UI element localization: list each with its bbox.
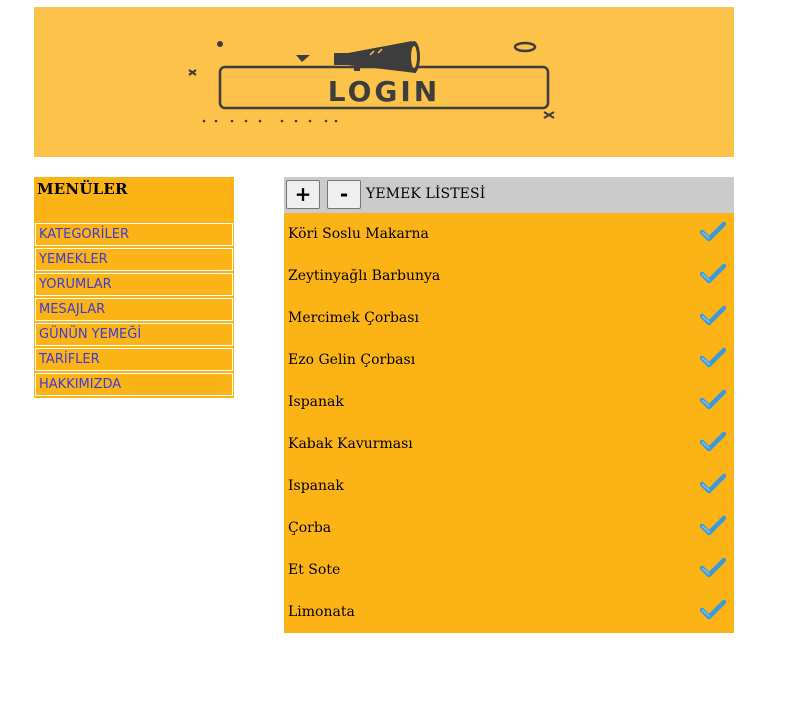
- checkmark-icon[interactable]: [700, 305, 726, 327]
- list-item[interactable]: Ispanak: [284, 381, 734, 423]
- remove-button[interactable]: -: [327, 180, 361, 209]
- food-name: Köri Soslu Makarna: [288, 226, 429, 242]
- dotted-line-decoration: [202, 119, 338, 123]
- sidebar-item-yemekler[interactable]: YEMEKLER: [35, 248, 233, 271]
- list-item[interactable]: Limonata: [284, 591, 734, 633]
- sidebar-item-yorumlar[interactable]: YORUMLAR: [35, 273, 233, 296]
- ring-decoration: [513, 41, 537, 53]
- logo-text: LOGIN: [328, 75, 440, 108]
- checkmark-icon[interactable]: [700, 557, 726, 579]
- list-item[interactable]: Zeytinyağlı Barbunya: [284, 255, 734, 297]
- food-name: Çorba: [288, 520, 332, 536]
- food-name: Kabak Kavurması: [288, 436, 413, 452]
- checkmark-icon[interactable]: [700, 515, 726, 537]
- sidebar-item-gunun-yemegi[interactable]: GÜNÜN YEMEĞİ: [35, 323, 233, 346]
- checkmark-icon[interactable]: [700, 431, 726, 453]
- list-item[interactable]: Köri Soslu Makarna: [284, 213, 734, 255]
- list-title: YEMEK LİSTESİ: [366, 186, 486, 202]
- sidebar: MENÜLER KATEGORİLER YEMEKLER YORUMLAR ME…: [34, 177, 234, 398]
- list-item[interactable]: Çorba: [284, 507, 734, 549]
- food-name: Zeytinyağlı Barbunya: [288, 268, 441, 284]
- list-item[interactable]: Mercimek Çorbası: [284, 297, 734, 339]
- dot-decoration: [217, 41, 223, 47]
- list-item[interactable]: Et Sote: [284, 549, 734, 591]
- checkmark-icon[interactable]: [700, 221, 726, 243]
- list-item[interactable]: Ispanak: [284, 465, 734, 507]
- food-list: Köri Soslu Makarna Zeytinyağlı Barbunya …: [284, 213, 734, 633]
- food-list-panel: + - YEMEK LİSTESİ Köri Soslu Makarna Zey…: [284, 177, 734, 633]
- food-name: Ispanak: [288, 394, 344, 410]
- checkmark-icon[interactable]: [700, 389, 726, 411]
- food-name: Ezo Gelin Çorbası: [288, 352, 416, 368]
- cross-decoration: [188, 69, 197, 76]
- sidebar-item-kategoriler[interactable]: KATEGORİLER: [35, 223, 233, 246]
- login-logo: LOGIN: [188, 41, 555, 123]
- sidebar-item-hakkimizda[interactable]: HAKKIMIZDA: [35, 373, 233, 396]
- food-name: Ispanak: [288, 478, 344, 494]
- sidebar-item-tarifler[interactable]: TARİFLER: [35, 348, 233, 371]
- food-name: Et Sote: [288, 562, 341, 578]
- sidebar-menu: KATEGORİLER YEMEKLER YORUMLAR MESAJLAR G…: [35, 223, 233, 398]
- list-toolbar: + - YEMEK LİSTESİ: [284, 177, 734, 213]
- login-banner: LOGIN: [34, 7, 734, 157]
- sidebar-title: MENÜLER: [37, 180, 128, 198]
- food-name: Mercimek Çorbası: [288, 310, 419, 326]
- add-button[interactable]: +: [286, 180, 320, 209]
- cross-decoration: [543, 111, 555, 119]
- checkmark-icon[interactable]: [700, 473, 726, 495]
- sidebar-item-mesajlar[interactable]: MESAJLAR: [35, 298, 233, 321]
- food-name: Limonata: [288, 604, 355, 620]
- checkmark-icon[interactable]: [700, 347, 726, 369]
- list-item[interactable]: Ezo Gelin Çorbası: [284, 339, 734, 381]
- triangle-decoration: [296, 55, 310, 62]
- list-item[interactable]: Kabak Kavurması: [284, 423, 734, 465]
- checkmark-icon[interactable]: [700, 599, 726, 621]
- checkmark-icon[interactable]: [700, 263, 726, 285]
